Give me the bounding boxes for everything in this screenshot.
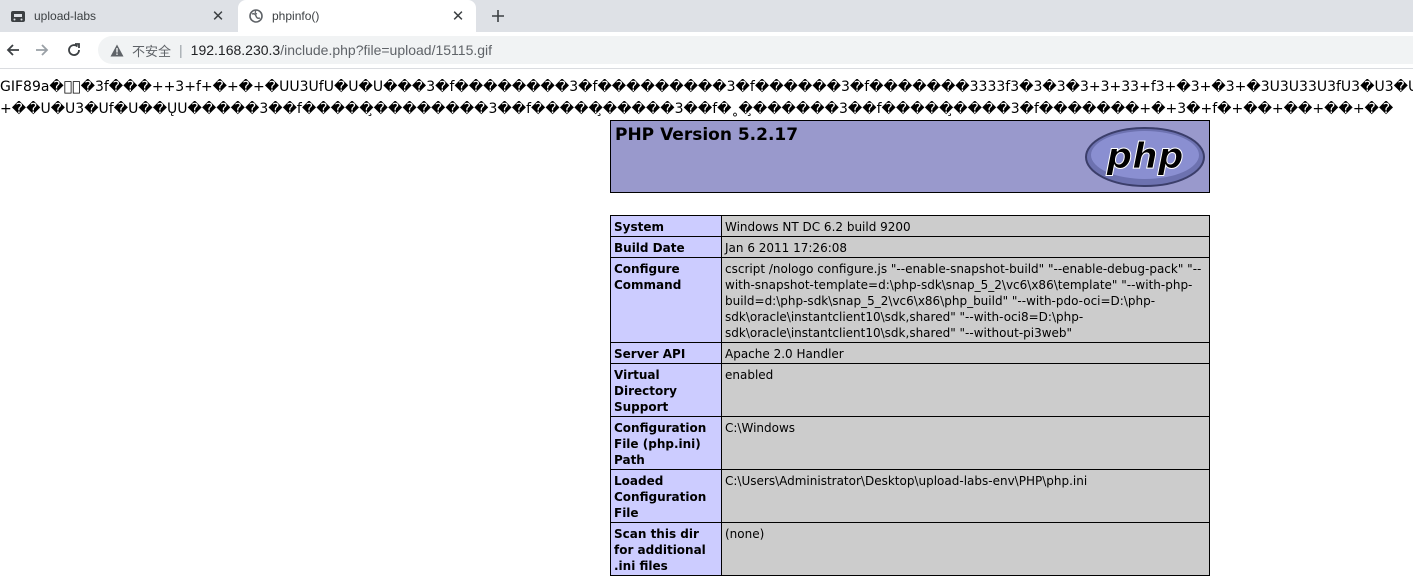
- row-value: Windows NT DC 6.2 build 9200: [721, 215, 1210, 237]
- table-row: Server API Apache 2.0 Handler: [610, 342, 1210, 364]
- url-host: 192.168.230.3: [190, 42, 281, 58]
- globe-icon: [248, 8, 264, 24]
- row-label: Build Date: [610, 236, 722, 258]
- security-label[interactable]: 不安全: [132, 41, 171, 60]
- close-icon[interactable]: ✕: [450, 8, 466, 25]
- row-label: Scan this dir for additional .ini files: [610, 522, 722, 576]
- row-value: (none): [721, 522, 1210, 576]
- reload-icon: [68, 43, 80, 56]
- row-value: Apache 2.0 Handler: [721, 342, 1210, 364]
- table-row: Build Date Jan 6 2011 17:26:08: [610, 236, 1210, 258]
- row-label: Configuration File (php.ini) Path: [610, 416, 722, 470]
- row-value: cscript /nologo configure.js "--enable-s…: [721, 257, 1210, 343]
- forward-button[interactable]: [30, 38, 54, 62]
- tab-title: phpinfo(): [272, 9, 320, 23]
- plus-icon: [492, 10, 504, 22]
- table-row: Loaded Configuration File C:\Users\Admini…: [610, 469, 1210, 523]
- gif-garbage-line-1: GIF89a�  �3f���++3+f+�+�+�UU3UfU�U�U���3…: [0, 79, 1413, 95]
- row-value: C:\Windows: [721, 416, 1210, 470]
- url-path: /include.php?file=upload/15115.gif: [280, 42, 493, 58]
- row-label: Virtual Directory Support: [610, 363, 722, 417]
- gif-garbage-line-2: +��U�U3�Uf�U��ŲU�����3��f�����̧��������3…: [0, 101, 1394, 117]
- tab-strip: upload-labs ✕ phpinfo() ✕: [0, 0, 1413, 32]
- forward-arrow-icon: [36, 44, 49, 56]
- reload-button[interactable]: [62, 38, 86, 62]
- separator: |: [179, 42, 183, 58]
- php-logo[interactable]: php: [1085, 127, 1205, 187]
- address-bar[interactable]: 不安全 | 192.168.230.3/include.php?file=upl…: [98, 36, 1413, 64]
- browser-toolbar: 不安全 | 192.168.230.3/include.php?file=upl…: [0, 32, 1413, 69]
- phpinfo-header: PHP Version 5.2.17 php: [610, 120, 1210, 193]
- table-row: Virtual Directory Support enabled: [610, 363, 1210, 417]
- phpinfo-table: System Windows NT DC 6.2 build 9200 Build …: [610, 215, 1210, 576]
- row-value: C:\Users\Administrator\Desktop\upload-la…: [721, 469, 1210, 523]
- row-value: enabled: [721, 363, 1210, 417]
- close-icon[interactable]: ✕: [210, 8, 226, 25]
- new-tab-button[interactable]: [486, 5, 510, 27]
- warning-icon[interactable]: [110, 42, 126, 58]
- car-icon: [10, 8, 26, 24]
- phpinfo-table-body: System Windows NT DC 6.2 build 9200 Build …: [610, 215, 1210, 576]
- url-text[interactable]: 192.168.230.3/include.php?file=upload/15…: [191, 42, 492, 58]
- tab-title: upload-labs: [34, 9, 97, 23]
- row-label: System: [610, 215, 722, 237]
- back-arrow-icon: [6, 44, 19, 56]
- row-label: Loaded Configuration File: [610, 469, 722, 523]
- tab-phpinfo[interactable]: phpinfo() ✕: [238, 0, 476, 32]
- row-label: Server API: [610, 342, 722, 364]
- row-label: Configure Command: [610, 257, 722, 343]
- tab-upload-labs[interactable]: upload-labs ✕: [0, 0, 236, 32]
- table-row: System Windows NT DC 6.2 build 9200: [610, 215, 1210, 237]
- table-row: Configure Command cscript /nologo configu…: [610, 257, 1210, 343]
- logo-text: php: [1105, 136, 1183, 177]
- back-button[interactable]: [1, 38, 25, 62]
- table-row: Configuration File (php.ini) Path C:\Wind…: [610, 416, 1210, 470]
- row-value: Jan 6 2011 17:26:08: [721, 236, 1210, 258]
- php-version-title: PHP Version 5.2.17: [615, 125, 799, 145]
- table-row: Scan this dir for additional .ini files(…: [610, 522, 1210, 576]
